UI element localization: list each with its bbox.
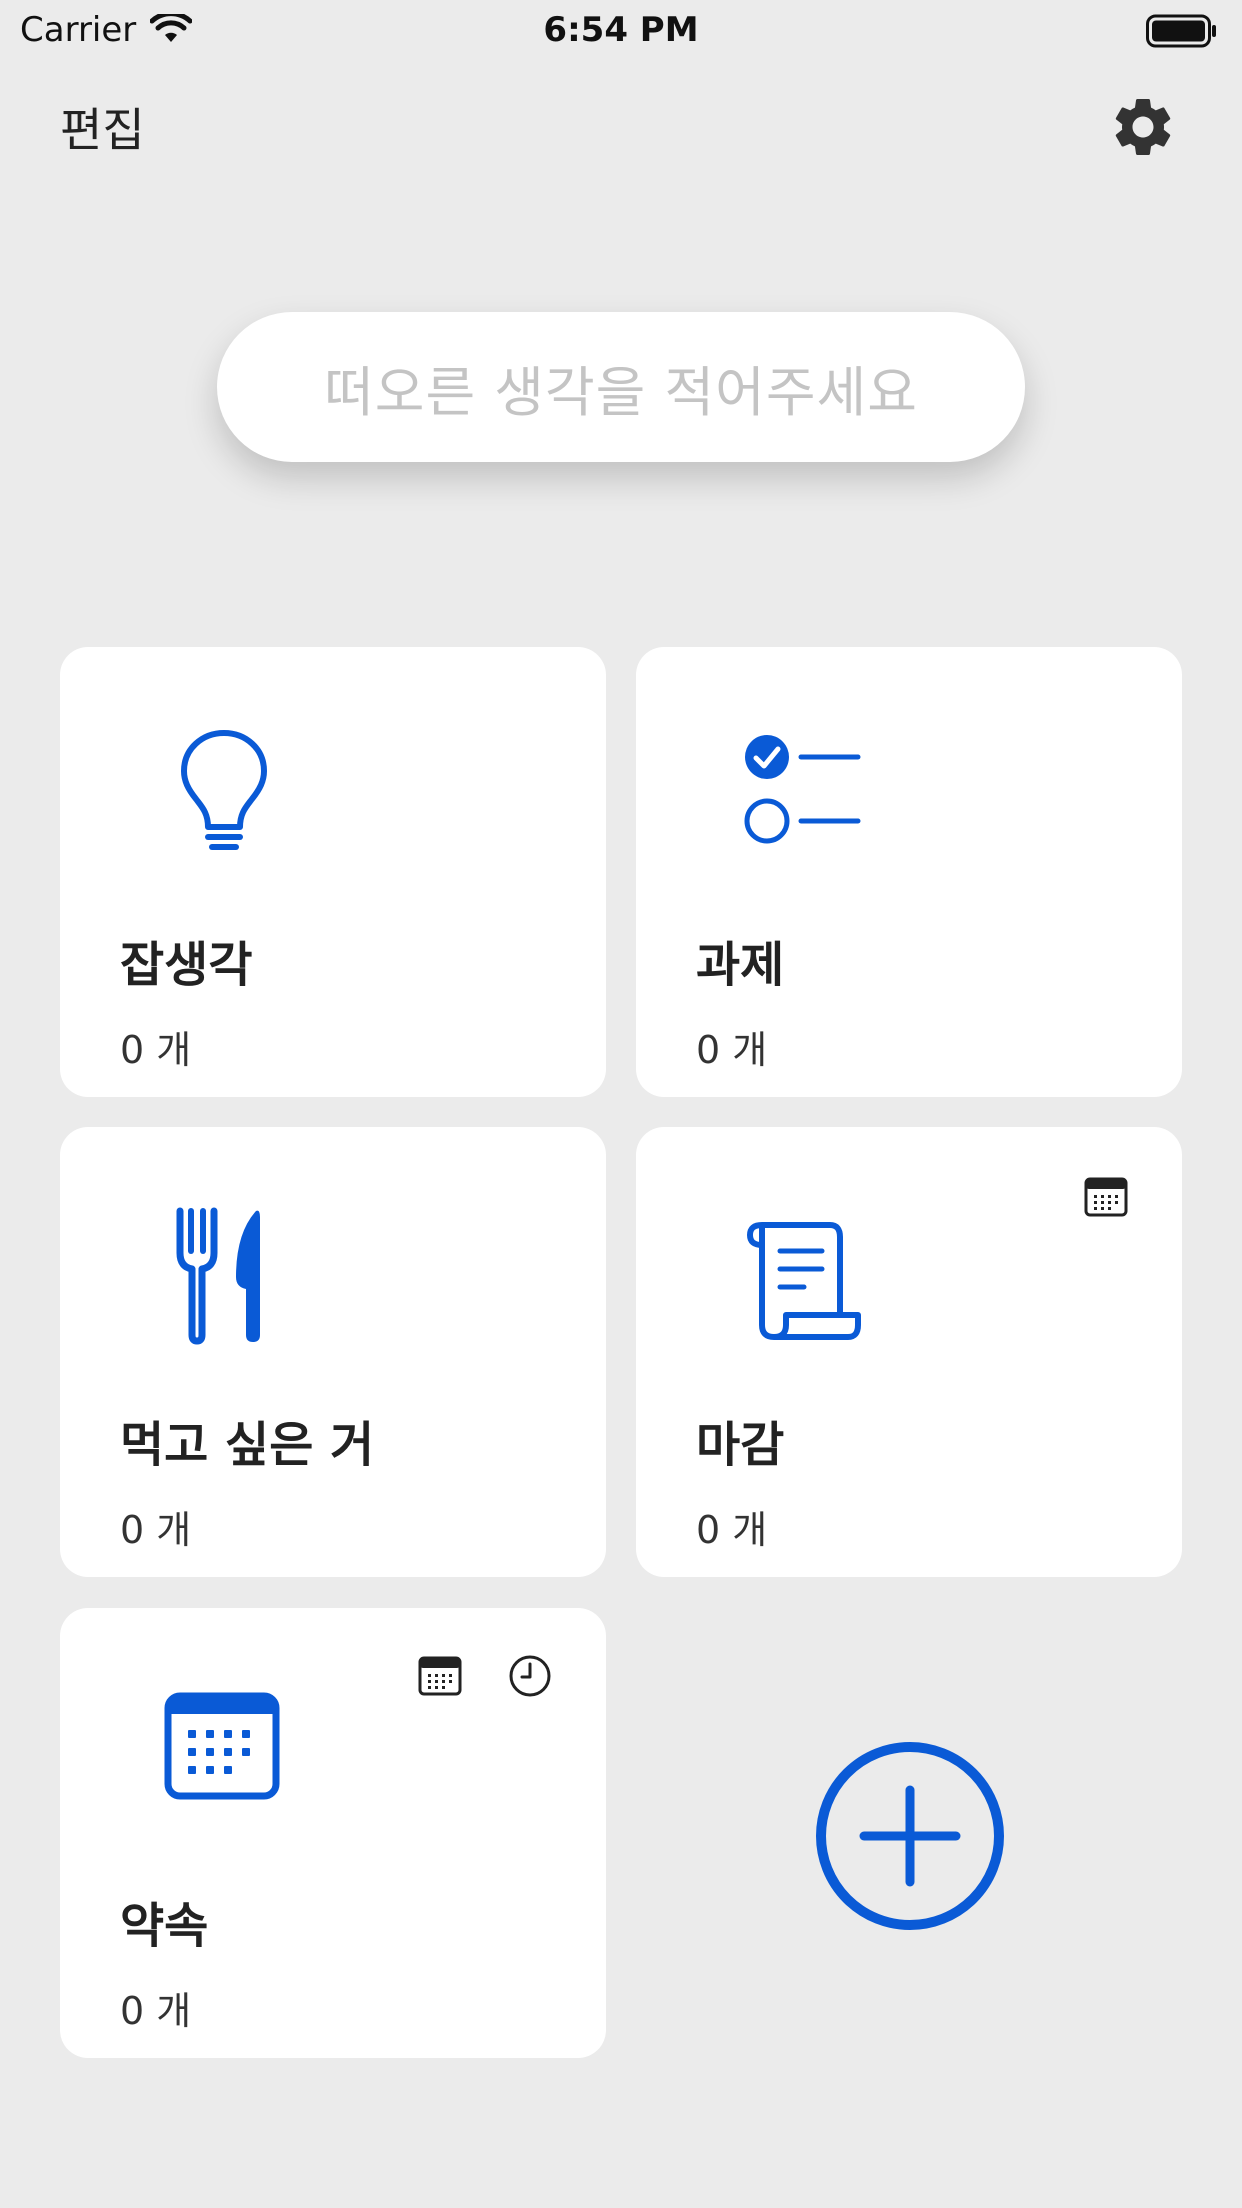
category-card-tasks[interactable]: 과제 0 개 [636,647,1182,1097]
category-count: 0 개 [120,1989,192,2033]
idea-input[interactable]: 떠오른 생각을 적어주세요 [217,312,1025,462]
calendar-icon[interactable] [416,1652,464,1700]
category-card-deadline[interactable]: 마감 0 개 [636,1127,1182,1577]
plus-circle-icon[interactable] [812,1738,1008,1934]
category-title: 과제 [696,937,785,993]
category-card-appointment[interactable]: 약속 0 개 [60,1608,606,2058]
category-count: 0 개 [696,1508,768,1552]
edit-button[interactable]: 편집 [60,94,145,160]
category-title: 먹고 싶은 거 [120,1417,375,1473]
clock-icon[interactable] [506,1652,554,1700]
battery-icon [1146,14,1216,48]
category-title: 잡생각 [120,937,253,993]
checklist-icon [744,735,861,844]
calendar-icon[interactable] [1082,1173,1130,1221]
status-time: 6:54 PM [543,10,699,50]
gear-icon[interactable] [1108,92,1178,162]
category-count: 0 개 [120,1028,192,1072]
category-count: 0 개 [696,1028,768,1072]
scroll-icon [746,1222,861,1340]
category-card-random-thoughts[interactable]: 잡생각 0 개 [60,647,606,1097]
fork-knife-icon [176,1207,260,1345]
category-title: 마감 [696,1417,785,1473]
category-title: 약속 [120,1898,209,1954]
category-card-food[interactable]: 먹고 싶은 거 0 개 [60,1127,606,1577]
category-count: 0 개 [120,1508,192,1552]
calendar-icon [164,1692,280,1800]
lightbulb-icon [181,730,267,850]
status-bar: Carrier 6:54 PM [0,0,1242,62]
idea-input-placeholder: 떠오른 생각을 적어주세요 [324,360,918,424]
